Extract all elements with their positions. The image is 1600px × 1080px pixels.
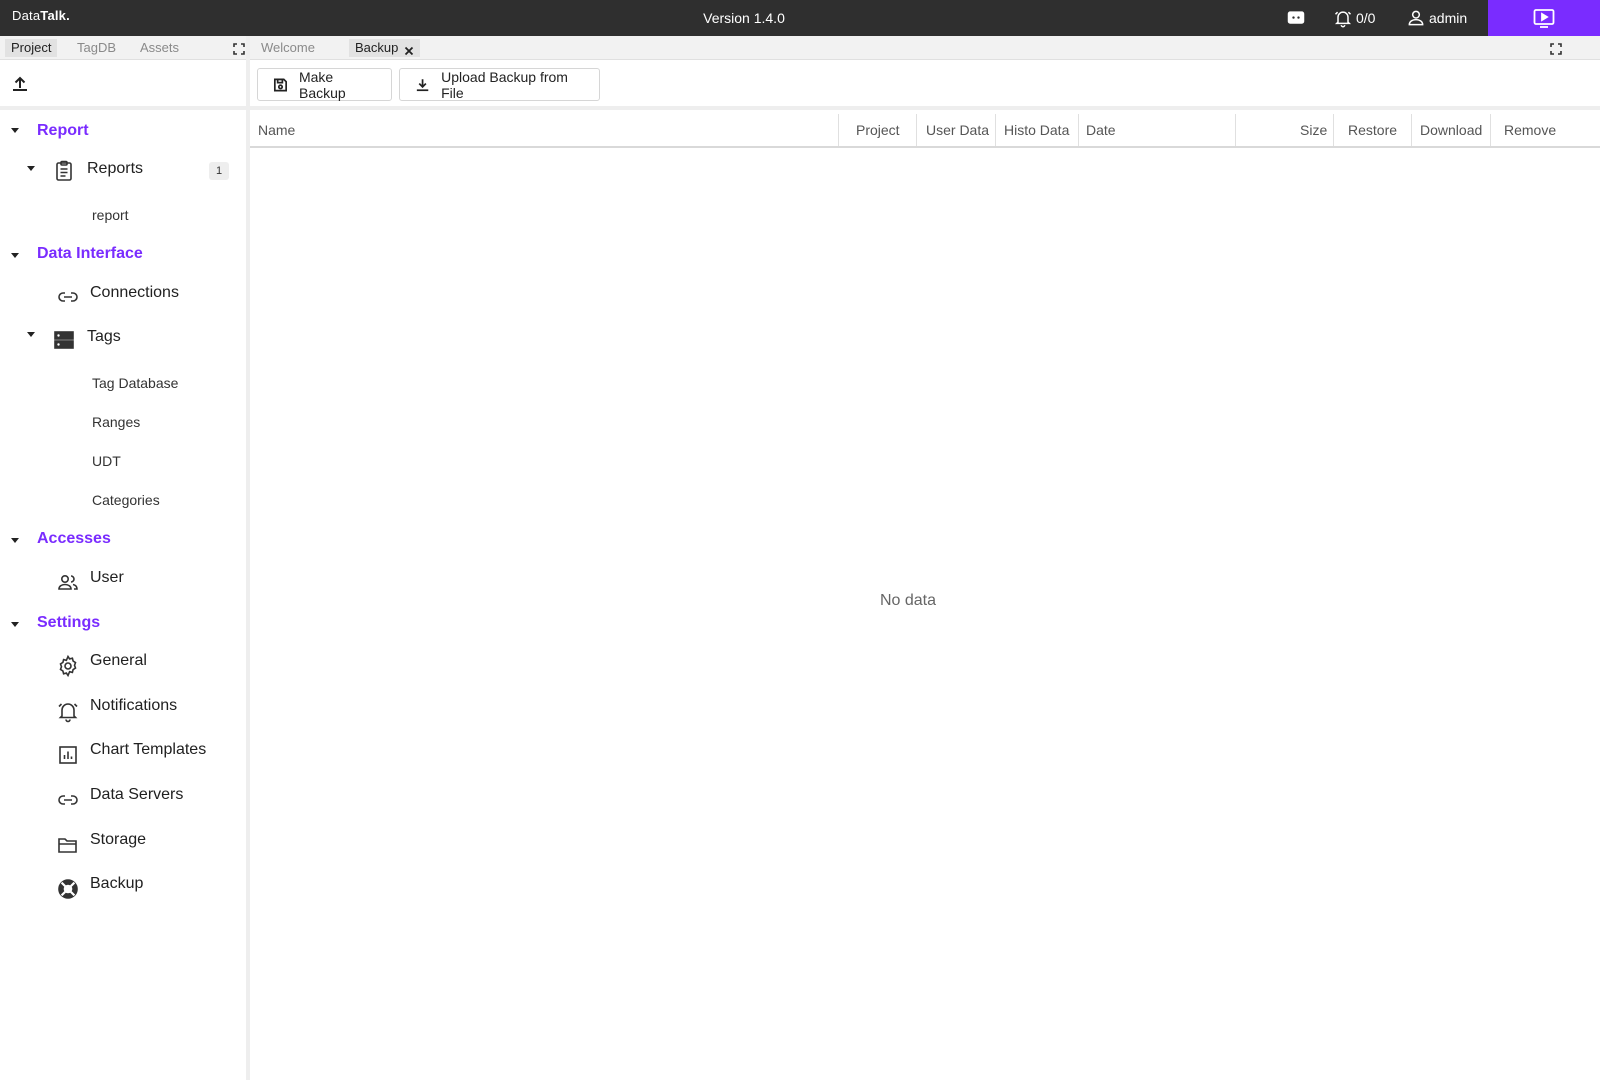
expand-icon[interactable]	[233, 42, 245, 55]
column-divider	[1490, 114, 1491, 146]
caret-report[interactable]	[11, 128, 19, 133]
chat-button[interactable]	[1286, 8, 1306, 28]
section-data-interface[interactable]: Data Interface	[37, 245, 143, 263]
column-divider	[838, 114, 839, 146]
chat-icon	[1287, 11, 1305, 24]
column-header-size[interactable]: Size	[1292, 114, 1335, 146]
column-divider	[916, 114, 917, 146]
storage-icon	[52, 328, 76, 352]
alarms-count: 0/0	[1356, 10, 1376, 26]
alarms-button[interactable]: 0/0	[1333, 8, 1375, 28]
tab-welcome-label: Welcome	[261, 40, 315, 55]
tree-item-general[interactable]: General	[90, 652, 147, 670]
download-icon	[416, 78, 429, 91]
column-header-name[interactable]: Name	[250, 114, 303, 146]
caret-reports[interactable]	[27, 166, 35, 171]
person-icon	[1408, 10, 1424, 26]
section-accesses[interactable]: Accesses	[37, 530, 111, 548]
link-icon	[56, 285, 80, 309]
tree-item-chart-templates[interactable]: Chart Templates	[90, 741, 206, 759]
tab-welcome[interactable]: Welcome	[255, 39, 321, 57]
caret-data-interface[interactable]	[11, 253, 19, 258]
column-header-date[interactable]: Date	[1078, 114, 1124, 146]
column-header-remove[interactable]: Remove	[1496, 114, 1564, 146]
tree-item-tags[interactable]: Tags	[87, 328, 121, 346]
tree-item-connections[interactable]: Connections	[90, 284, 179, 302]
tree-leaf-report[interactable]: report	[92, 207, 129, 223]
app-version: Version 1.4.0	[703, 10, 785, 26]
column-header-project[interactable]: Project	[848, 114, 908, 146]
play-screen-icon	[1533, 9, 1555, 28]
empty-table-message: No data	[879, 592, 937, 609]
top-bar: DataTalk. Version 1.4.0 0/0 admin	[0, 0, 1600, 36]
backup-table-header: Name Project User Data Histo Data Date S…	[250, 114, 1600, 148]
tree-item-user[interactable]: User	[90, 569, 124, 587]
column-divider	[1333, 114, 1334, 146]
people-icon	[56, 570, 80, 594]
gear-icon	[56, 654, 80, 678]
column-header-restore[interactable]: Restore	[1340, 114, 1405, 146]
project-sidebar: Project TagDB Assets Report Reports 1 re…	[0, 36, 250, 1080]
link-icon	[56, 788, 80, 812]
column-divider	[1235, 114, 1236, 146]
caret-tags[interactable]	[27, 332, 35, 337]
upload-backup-label: Upload Backup from File	[441, 68, 568, 101]
sidebar-toolbar	[0, 60, 246, 110]
tree-leaf-categories[interactable]: Categories	[92, 492, 160, 508]
backup-toolbar: Make Backup Upload Backup from File	[250, 60, 1600, 110]
tree-leaf-udt[interactable]: UDT	[92, 453, 121, 469]
chart-icon	[56, 743, 80, 767]
tree-item-backup[interactable]: Backup	[90, 875, 143, 893]
expand-icon[interactable]	[1550, 42, 1562, 55]
lifebuoy-icon	[56, 877, 80, 901]
run-view-button[interactable]	[1488, 0, 1600, 36]
caret-accesses[interactable]	[11, 538, 19, 543]
sidebar-tabs: Project TagDB Assets	[0, 36, 246, 60]
reports-count-badge: 1	[209, 162, 229, 180]
upload-backup-button[interactable]: Upload Backup from File	[399, 68, 600, 101]
tree-leaf-tag-database[interactable]: Tag Database	[92, 375, 178, 391]
column-header-histo-data[interactable]: Histo Data	[996, 114, 1077, 146]
user-menu-button[interactable]: admin	[1406, 8, 1467, 28]
tree-item-reports[interactable]: Reports	[87, 160, 143, 178]
column-header-download[interactable]: Download	[1412, 114, 1490, 146]
caret-settings[interactable]	[11, 622, 19, 627]
section-settings[interactable]: Settings	[37, 614, 100, 632]
alarm-bell-icon	[56, 699, 80, 723]
make-backup-label: Make Backup	[298, 68, 346, 101]
section-report[interactable]: Report	[37, 122, 89, 140]
main-panel: Welcome Backup Make Backup Upload Backup…	[250, 36, 1600, 1080]
tree-item-storage[interactable]: Storage	[90, 831, 146, 849]
save-icon	[273, 77, 288, 92]
sidebar-tab-assets[interactable]: Assets	[134, 39, 185, 57]
tab-backup-label: Backup	[355, 40, 399, 55]
alarm-bell-icon	[1334, 11, 1352, 28]
sidebar-tab-tagdb[interactable]: TagDB	[71, 39, 122, 57]
tree-item-notifications[interactable]: Notifications	[90, 697, 177, 715]
tree-leaf-ranges[interactable]: Ranges	[92, 414, 140, 430]
column-header-user-data[interactable]: User Data	[918, 114, 997, 146]
close-icon[interactable]	[404, 43, 414, 56]
tab-backup[interactable]: Backup	[349, 39, 421, 57]
tree-item-data-servers[interactable]: Data Servers	[90, 786, 183, 804]
editor-tabs: Welcome Backup	[250, 36, 1600, 60]
sidebar-tab-project[interactable]: Project	[5, 39, 58, 57]
clipboard-icon	[52, 159, 76, 183]
make-backup-button[interactable]: Make Backup	[257, 68, 392, 101]
folder-icon	[56, 833, 80, 857]
user-name: admin	[1429, 10, 1468, 26]
upload-icon[interactable]	[10, 74, 30, 94]
